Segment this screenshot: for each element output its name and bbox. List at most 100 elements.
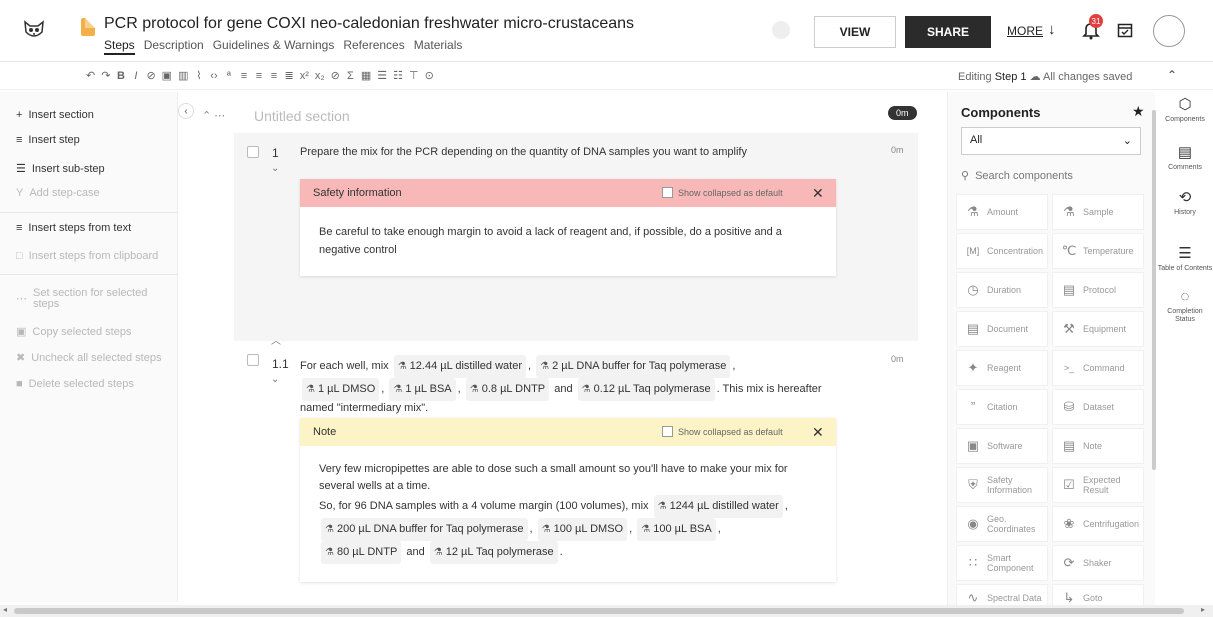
clear-format-icon[interactable]: ⊘ <box>331 69 340 82</box>
bullet-list-icon[interactable]: ☰ <box>377 69 387 82</box>
align-right-icon[interactable]: ≡ <box>269 70 278 82</box>
raccoon-logo-icon[interactable] <box>22 18 46 42</box>
component-geo-coordinates[interactable]: ◉ Geo. Coordinates <box>956 506 1048 542</box>
insert-from-text-button[interactable]: ≡ Insert steps from text <box>16 222 131 234</box>
rail-completion-status[interactable]: ◌ Completion Status <box>1157 289 1213 324</box>
amount-chip[interactable]: 1 µL DMSO <box>302 378 380 401</box>
safety-callout-body[interactable]: Be careful to take enough margin to avoi… <box>319 223 819 259</box>
step-1-1-chevron-down-icon[interactable]: ⌄ <box>271 374 279 385</box>
note-close-icon[interactable]: ✕ <box>812 424 824 441</box>
attach-icon[interactable]: ⌇ <box>194 69 203 82</box>
amount-chip[interactable]: 12 µL Taq polymerase <box>429 541 558 564</box>
step-1-1-text[interactable]: For each well, mix 12.44 µL distilled wa… <box>300 355 880 415</box>
chevron-up-icon[interactable]: ⌃ <box>1167 68 1177 82</box>
amount-chip[interactable]: 0.8 µL DNTP <box>465 378 550 401</box>
component-software[interactable]: ▣ Software <box>956 428 1048 464</box>
set-section-button[interactable]: ⋯ Set section for selected steps <box>16 288 166 310</box>
download-arrow-icon[interactable]: ↓ <box>1048 21 1056 38</box>
component-shaker[interactable]: ⟳ Shaker <box>1052 545 1144 581</box>
share-button[interactable]: SHARE <box>905 16 991 48</box>
component-command[interactable]: >_ Command <box>1052 350 1144 386</box>
table-icon[interactable]: ▦ <box>361 69 371 82</box>
tab-guidelines[interactable]: Guidelines & Warnings <box>213 38 335 55</box>
rail-history[interactable]: ⟲ History <box>1157 190 1213 217</box>
component-protocol[interactable]: ▤ Protocol <box>1052 272 1144 308</box>
scroll-left-icon[interactable]: ◂ <box>3 605 7 614</box>
amount-chip[interactable]: 100 µL BSA <box>637 518 716 541</box>
code-icon[interactable]: ‹› <box>209 70 218 82</box>
safety-show-collapsed-toggle[interactable]: Show collapsed as default <box>662 187 783 198</box>
step-1-chevron-down-icon[interactable]: ⌄ <box>271 163 279 174</box>
copy-steps-button[interactable]: ▣ Copy selected steps <box>16 325 131 339</box>
chart-icon[interactable]: ▥ <box>178 69 188 82</box>
amount-chip[interactable]: 1244 µL distilled water <box>653 495 783 518</box>
redo-icon[interactable]: ↷ <box>101 69 110 82</box>
uncheck-steps-button[interactable]: ✖ Uncheck all selected steps <box>16 351 161 365</box>
components-search-input[interactable]: ⚲ Search components <box>961 169 1073 182</box>
step-1-1-collapse-icon[interactable]: ︿ <box>271 332 281 347</box>
component-expected-result[interactable]: ☑ Expected Result <box>1052 467 1144 503</box>
scrollbar-thumb[interactable] <box>14 608 1184 614</box>
subscript-icon[interactable]: x₂ <box>315 70 325 82</box>
component-amount[interactable]: ⚗ Amount <box>956 194 1048 230</box>
amount-chip[interactable]: 0.12 µL Taq polymerase <box>577 378 715 401</box>
collaborator-avatar[interactable] <box>772 21 790 39</box>
insert-substep-button[interactable]: ☰ Insert sub-step <box>16 162 105 176</box>
note-show-collapsed-toggle[interactable]: Show collapsed as default <box>662 426 783 437</box>
protocol-title[interactable]: PCR protocol for gene COXI neo-caledonia… <box>104 15 634 33</box>
safety-collapsed-checkbox[interactable] <box>662 187 673 198</box>
help-icon[interactable]: ⊙ <box>425 69 434 82</box>
step-1-checkbox[interactable] <box>247 146 259 158</box>
component-reagent[interactable]: ✦ Reagent <box>956 350 1048 386</box>
components-scrollbar[interactable] <box>1152 110 1156 470</box>
safety-close-icon[interactable]: ✕ <box>812 185 824 202</box>
more-button[interactable]: MORE <box>1007 24 1043 38</box>
component-centrifugation[interactable]: ❀ Centrifugation <box>1052 506 1144 542</box>
formula-icon[interactable]: ª <box>224 70 233 82</box>
scroll-right-icon[interactable]: ▸ <box>1201 605 1205 614</box>
bold-icon[interactable]: B <box>116 70 125 82</box>
component-dataset[interactable]: ⛁ Dataset <box>1052 389 1144 425</box>
component-duration[interactable]: ◷ Duration <box>956 272 1048 308</box>
step-1-text[interactable]: Prepare the mix for the PCR depending on… <box>300 146 747 158</box>
align-left-icon[interactable]: ≡ <box>239 70 248 82</box>
insert-from-clipboard-button[interactable]: □ Insert steps from clipboard <box>16 250 158 262</box>
step-1-1-checkbox[interactable] <box>247 354 259 366</box>
image-icon[interactable]: ▣ <box>162 69 172 82</box>
rail-table-of-contents[interactable]: ☰ Table of Contents <box>1157 246 1213 273</box>
component-smart-component[interactable]: ∷ Smart Component <box>956 545 1048 581</box>
insert-section-button[interactable]: + Insert section <box>16 109 94 121</box>
collapse-left-panel-icon[interactable]: ‹ <box>178 103 194 119</box>
component-equipment[interactable]: ⚒ Equipment <box>1052 311 1144 347</box>
view-button[interactable]: VIEW <box>814 16 896 48</box>
amount-chip[interactable]: 1 µL BSA <box>389 378 456 401</box>
component-concentration[interactable]: [M] Concentration <box>956 233 1048 269</box>
note-callout-body[interactable]: Very few micropipettes are able to dose … <box>319 461 829 564</box>
tab-references[interactable]: References <box>343 38 404 55</box>
italic-icon[interactable]: I <box>131 70 140 82</box>
note-collapsed-checkbox[interactable] <box>662 426 673 437</box>
horizontal-scrollbar[interactable]: ◂ ▸ <box>0 605 1213 617</box>
calendar-icon[interactable] <box>1117 22 1133 38</box>
amount-chip[interactable]: 100 µL DMSO <box>537 518 628 541</box>
numbered-list-icon[interactable]: ☷ <box>393 69 403 82</box>
component-note[interactable]: ▤ Note <box>1052 428 1144 464</box>
amount-chip[interactable]: 2 µL DNA buffer for Taq polymerase <box>536 355 731 378</box>
rail-comments[interactable]: ▤ Comments <box>1157 145 1213 172</box>
insert-step-button[interactable]: ≡ Insert step <box>16 134 80 146</box>
components-filter-select[interactable]: All ⌄ <box>961 127 1141 155</box>
component-temperature[interactable]: ℃ Temperature <box>1052 233 1144 269</box>
link-icon[interactable]: ⊘ <box>146 69 155 82</box>
component-document[interactable]: ▤ Document <box>956 311 1048 347</box>
sigma-icon[interactable]: Σ <box>346 70 355 82</box>
amount-chip[interactable]: 200 µL DNA buffer for Taq polymerase <box>321 518 528 541</box>
clear-icon[interactable]: ⊤ <box>409 69 419 82</box>
undo-icon[interactable]: ↶ <box>86 69 95 82</box>
align-justify-icon[interactable]: ≣ <box>284 69 293 82</box>
component-sample[interactable]: ⚗ Sample <box>1052 194 1144 230</box>
component-safety-information[interactable]: ⛨ Safety Information <box>956 467 1048 503</box>
rail-components[interactable]: ⬡ Components <box>1157 97 1213 124</box>
component-citation[interactable]: ” Citation <box>956 389 1048 425</box>
delete-steps-button[interactable]: ■ Delete selected steps <box>16 378 134 390</box>
section-title[interactable]: Untitled section <box>254 108 350 124</box>
